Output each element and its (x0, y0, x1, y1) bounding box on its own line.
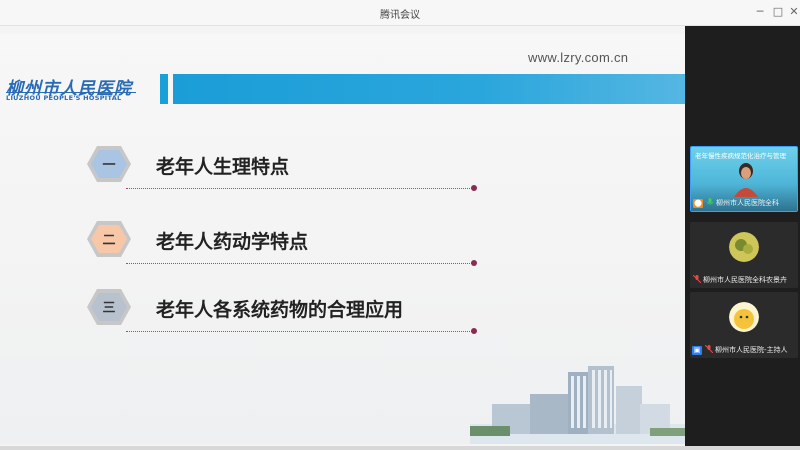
agenda-title: 老年人药动学特点 (156, 231, 309, 253)
agenda-number: 三 (102, 301, 116, 316)
close-button[interactable]: ✕ (786, 4, 800, 20)
header-banner (173, 74, 685, 104)
agenda-item-3: 三 老年人各系统药物的合理应用 (86, 287, 477, 334)
dotted-underline (126, 188, 474, 189)
agenda-title: 老年人各系统药物的合理应用 (156, 299, 404, 321)
participant-tile-1[interactable]: 老年慢性疾病规范化治疗与管理 ⬤ 柳州市人民医院全科 (690, 146, 798, 212)
participants-panel: 老年慢性疾病规范化治疗与管理 ⬤ 柳州市人民医院全科 柳州市人民医院全科农景卉 (685, 26, 800, 446)
participant-tile-2[interactable]: 柳州市人民医院全科农景卉 (690, 222, 798, 288)
dotted-underline (126, 331, 474, 332)
underline-end-dot (471, 260, 477, 266)
mic-muted-icon (705, 345, 713, 353)
participant-tile-3[interactable]: ▣ 柳州市人民医院-主持人 (690, 292, 798, 358)
agenda-item-1: 一 老年人生理特点 (86, 144, 477, 191)
agenda-number: 一 (102, 158, 116, 173)
screen-share-badge-icon: ▣ (692, 346, 702, 355)
participant-avatar (729, 302, 759, 332)
speaker-figure (734, 163, 758, 197)
logo-rule (6, 92, 136, 93)
window-titlebar: 腾讯会议 ─ □ ✕ (0, 0, 800, 26)
bottom-edge (0, 446, 800, 450)
maximize-button[interactable]: □ (770, 4, 786, 20)
underline-end-dot (471, 328, 477, 334)
participant-caption: 老年慢性疾病规范化治疗与管理 (695, 152, 786, 160)
agenda-item-2: 二 老年人药动学特点 (86, 219, 477, 266)
hospital-buildings-illustration (470, 366, 685, 444)
hospital-logo-subtitle: LIUZHOU PEOPLE'S HOSPITAL (6, 94, 122, 102)
dotted-underline (126, 263, 474, 264)
participant-name-text: 柳州市人民医院-主持人 (715, 346, 788, 354)
underline-end-dot (471, 185, 477, 191)
header-banner-accent (160, 74, 168, 104)
presentation-slide: 柳州市人民医院 LIUZHOU PEOPLE'S HOSPITAL www.lz… (0, 34, 685, 444)
participant-avatar (729, 232, 759, 262)
window-title: 腾讯会议 (380, 10, 420, 21)
shared-screen[interactable]: 柳州市人民医院 LIUZHOU PEOPLE'S HOSPITAL www.lz… (0, 26, 685, 446)
host-badge-icon: ⬤ (693, 199, 703, 208)
participant-name-text: 柳州市人民医院全科 (716, 199, 779, 207)
mic-icon (706, 198, 714, 205)
minimize-button[interactable]: ─ (752, 4, 768, 20)
agenda-number: 二 (102, 233, 116, 248)
participant-name: 柳州市人民医院全科 (706, 198, 797, 208)
avatar-image (729, 302, 759, 332)
agenda-title: 老年人生理特点 (156, 156, 290, 178)
participant-name: 柳州市人民医院全科农景卉 (693, 275, 797, 285)
website-url: www.lzry.com.cn (528, 50, 629, 65)
mic-muted-icon (693, 275, 701, 283)
participant-name-text: 柳州市人民医院全科农景卉 (703, 276, 787, 284)
participant-name: 柳州市人民医院-主持人 (705, 345, 798, 355)
avatar-image (729, 232, 759, 262)
